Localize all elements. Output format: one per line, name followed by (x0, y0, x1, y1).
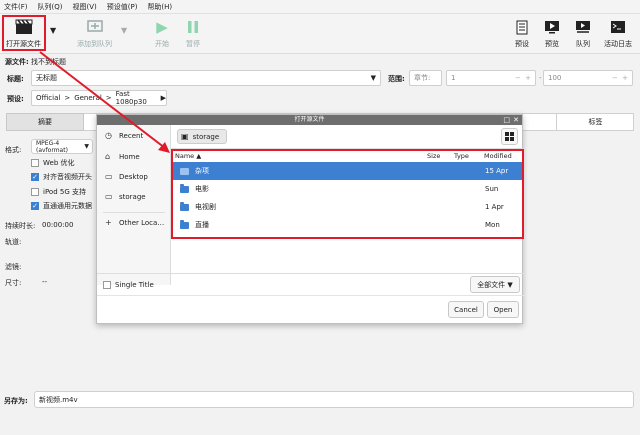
annotation-arrow (39, 51, 170, 153)
